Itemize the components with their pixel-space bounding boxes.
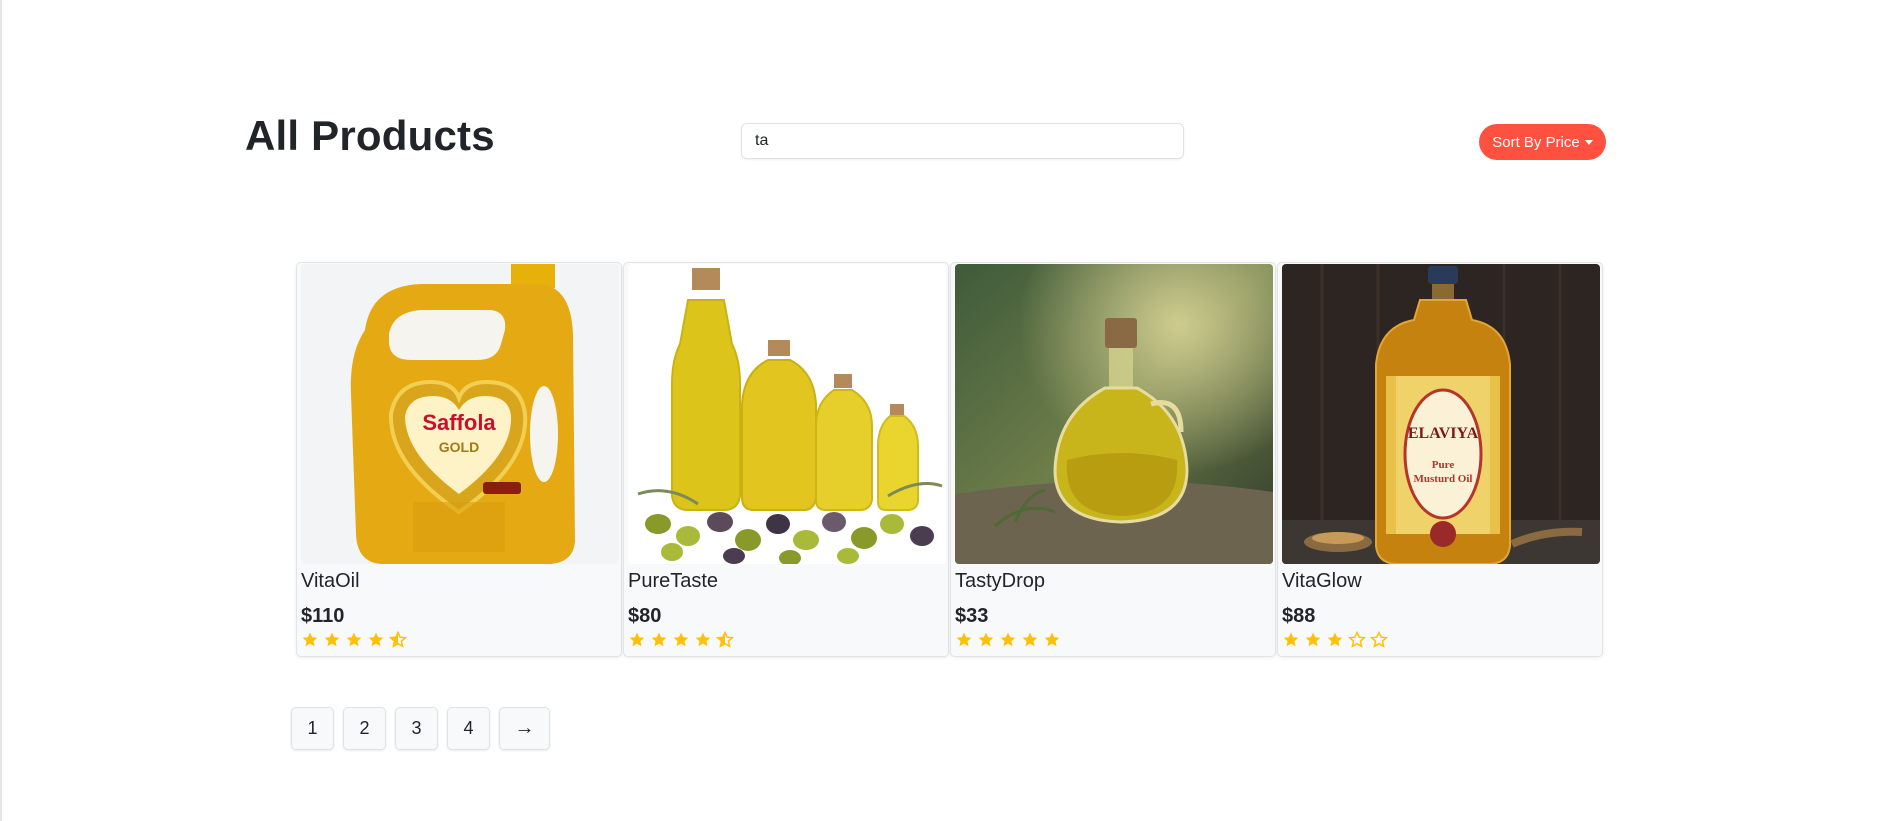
page-button-4[interactable]: 4 — [447, 707, 490, 750]
star-full-icon — [324, 632, 340, 647]
product-price: $80 — [628, 605, 662, 627]
caret-down-icon — [1584, 139, 1593, 145]
product-name[interactable]: VitaGlow — [1282, 570, 1362, 593]
saffola-jerrycan-illustration: Saffola GOLD — [301, 264, 619, 564]
product-price: $110 — [301, 605, 345, 627]
page-button-1[interactable]: 1 — [291, 707, 334, 750]
star-full-icon — [346, 632, 362, 647]
page-button-3[interactable]: 3 — [395, 707, 438, 750]
svg-text:Musturd Oil: Musturd Oil — [1414, 473, 1473, 485]
pagination: 1 2 3 4 → — [291, 707, 550, 750]
svg-text:Pure: Pure — [1432, 459, 1455, 471]
olive-oil-jug-illustration — [955, 264, 1273, 564]
star-full-icon — [673, 632, 689, 647]
elaviya-mustard-oil-illustration: ELAVIYA Pure Musturd Oil — [1282, 264, 1600, 564]
sort-by-price-dropdown[interactable]: Sort By Price — [1479, 124, 1606, 160]
sort-button-label: Sort By Price — [1492, 133, 1580, 151]
product-image-olive-oil-bottles[interactable] — [628, 264, 946, 564]
star-full-icon — [1022, 632, 1038, 647]
star-full-icon — [1327, 632, 1343, 647]
star-full-icon — [368, 632, 384, 647]
star-full-icon — [1283, 632, 1299, 647]
product-card[interactable]: TastyDrop $33 — [950, 262, 1276, 657]
next-page-button[interactable]: → — [499, 707, 550, 750]
product-card[interactable]: Saffola GOLD VitaOil $110 — [296, 262, 622, 657]
star-empty-icon — [1348, 631, 1366, 648]
product-card[interactable]: ELAVIYA Pure Musturd Oil VitaGlow $88 — [1277, 262, 1603, 657]
product-name[interactable]: VitaOil — [301, 570, 360, 593]
page-title: All Products — [245, 112, 495, 159]
svg-text:GOLD: GOLD — [439, 439, 479, 455]
product-price: $33 — [955, 605, 989, 627]
star-full-icon — [1000, 632, 1016, 647]
star-rating — [955, 631, 1061, 649]
product-name[interactable]: TastyDrop — [955, 570, 1045, 593]
star-full-icon — [695, 632, 711, 647]
star-half-icon — [716, 631, 734, 648]
star-empty-icon — [1370, 631, 1388, 648]
star-full-icon — [651, 632, 667, 647]
star-rating — [1282, 631, 1388, 649]
star-full-icon — [1044, 632, 1060, 647]
product-image-saffola-gold-jerrycan[interactable]: Saffola GOLD — [301, 264, 619, 564]
star-full-icon — [956, 632, 972, 647]
star-half-icon — [389, 631, 407, 648]
star-full-icon — [1305, 632, 1321, 647]
star-full-icon — [629, 632, 645, 647]
search-input[interactable] — [741, 123, 1184, 159]
star-full-icon — [302, 632, 318, 647]
star-rating — [301, 631, 407, 649]
product-price: $88 — [1282, 605, 1316, 627]
star-full-icon — [978, 632, 994, 647]
svg-text:ELAVIYA: ELAVIYA — [1408, 425, 1479, 442]
product-card[interactable]: PureTaste $80 — [623, 262, 949, 657]
product-name[interactable]: PureTaste — [628, 570, 718, 593]
star-rating — [628, 631, 734, 649]
page-button-2[interactable]: 2 — [343, 707, 386, 750]
arrow-right-icon: → — [514, 717, 535, 739]
svg-text:Saffola: Saffola — [422, 410, 496, 435]
product-image-olive-oil-jug[interactable] — [955, 264, 1273, 564]
page-edge-divider — [0, 0, 2, 821]
olive-oil-bottles-illustration — [628, 264, 946, 564]
product-image-elaviya-mustard-oil[interactable]: ELAVIYA Pure Musturd Oil — [1282, 264, 1600, 564]
